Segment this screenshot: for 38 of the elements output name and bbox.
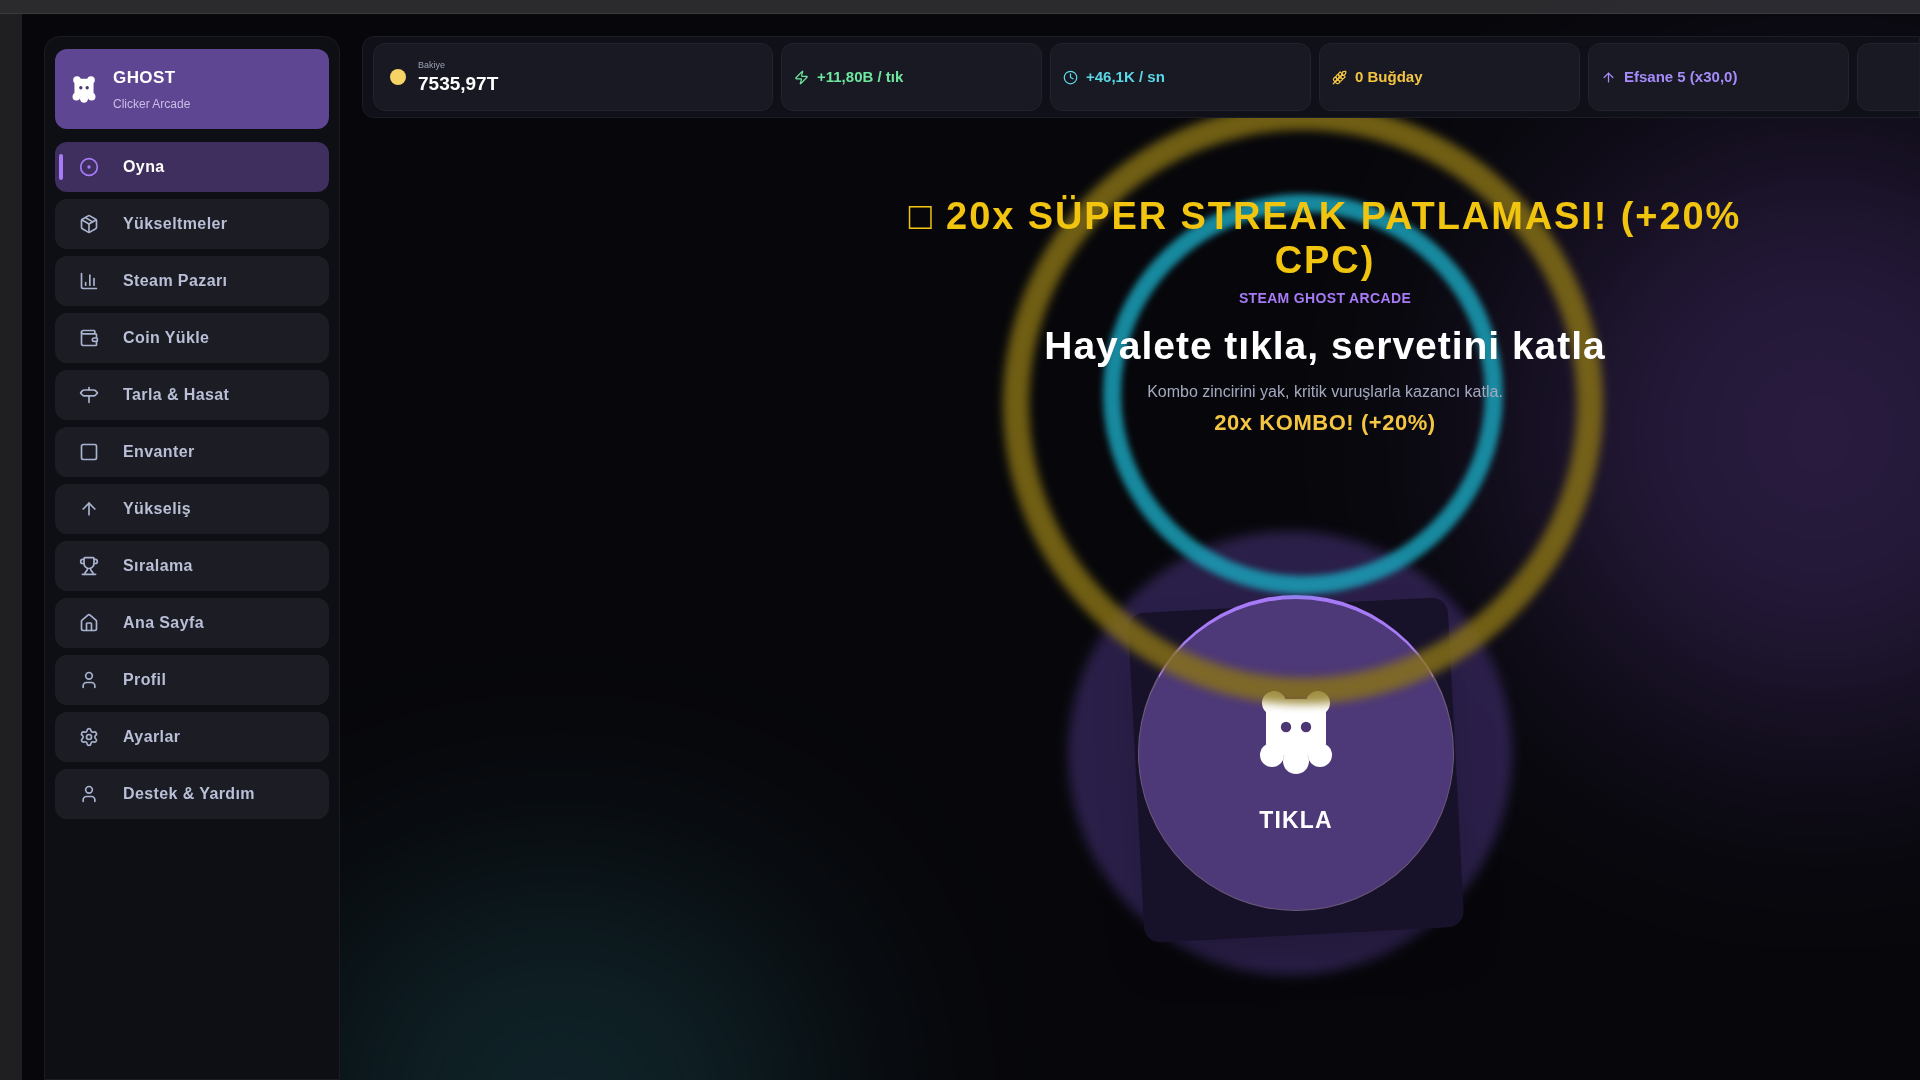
brand-subtitle: Clicker Arcade	[113, 95, 191, 113]
wheat-icon	[1332, 69, 1347, 85]
nav-item[interactable]: Steam Pazarı	[55, 256, 329, 306]
nav-item[interactable]: Ayarlar	[55, 712, 329, 762]
package-icon	[79, 214, 99, 234]
nav-item[interactable]: Profil	[55, 655, 329, 705]
ghost-icon	[71, 75, 97, 103]
nav-item[interactable]: Envanter	[55, 427, 329, 477]
stat-value: +46,1K / sn	[1086, 66, 1165, 87]
nav-item[interactable]: Yükseliş	[55, 484, 329, 534]
balance-label: Bakiye	[418, 61, 446, 70]
trophy-icon	[79, 556, 99, 576]
nav-item[interactable]: Oyna	[55, 142, 329, 192]
nav-item[interactable]: Yükseltmeler	[55, 199, 329, 249]
eyebrow-text: STEAM GHOST ARCADE	[1238, 289, 1412, 308]
clock-icon	[1063, 69, 1078, 85]
stat-value: +11,80B / tık	[817, 66, 904, 87]
stat-value: Efsane 5 (x30,0)	[1624, 66, 1738, 87]
lightning-icon	[794, 69, 809, 85]
nav-item[interactable]: Sıralama	[55, 541, 329, 591]
settings-icon	[79, 727, 99, 747]
stat-value: 0 Buğday	[1355, 66, 1423, 87]
active-indicator	[59, 154, 63, 180]
user-icon	[79, 670, 99, 690]
nav-item[interactable]: Coin Yükle	[55, 313, 329, 363]
balance-value: 7535,97T	[418, 74, 499, 93]
target-icon	[79, 157, 99, 177]
user-icon	[79, 784, 99, 804]
wallet-icon	[79, 328, 99, 348]
home-icon	[79, 613, 99, 633]
square-icon	[79, 442, 99, 462]
brand-title: GHOST	[113, 67, 177, 90]
signpost-icon	[79, 385, 99, 405]
chart-icon	[79, 271, 99, 291]
combo-text: 20x KOMBO! (+20%)	[1214, 408, 1436, 437]
nav-item[interactable]: Tarla & Hasat	[55, 370, 329, 420]
nav-item[interactable]: Destek & Yardım	[55, 769, 329, 819]
nav-item[interactable]: Ana Sayfa	[55, 598, 329, 648]
